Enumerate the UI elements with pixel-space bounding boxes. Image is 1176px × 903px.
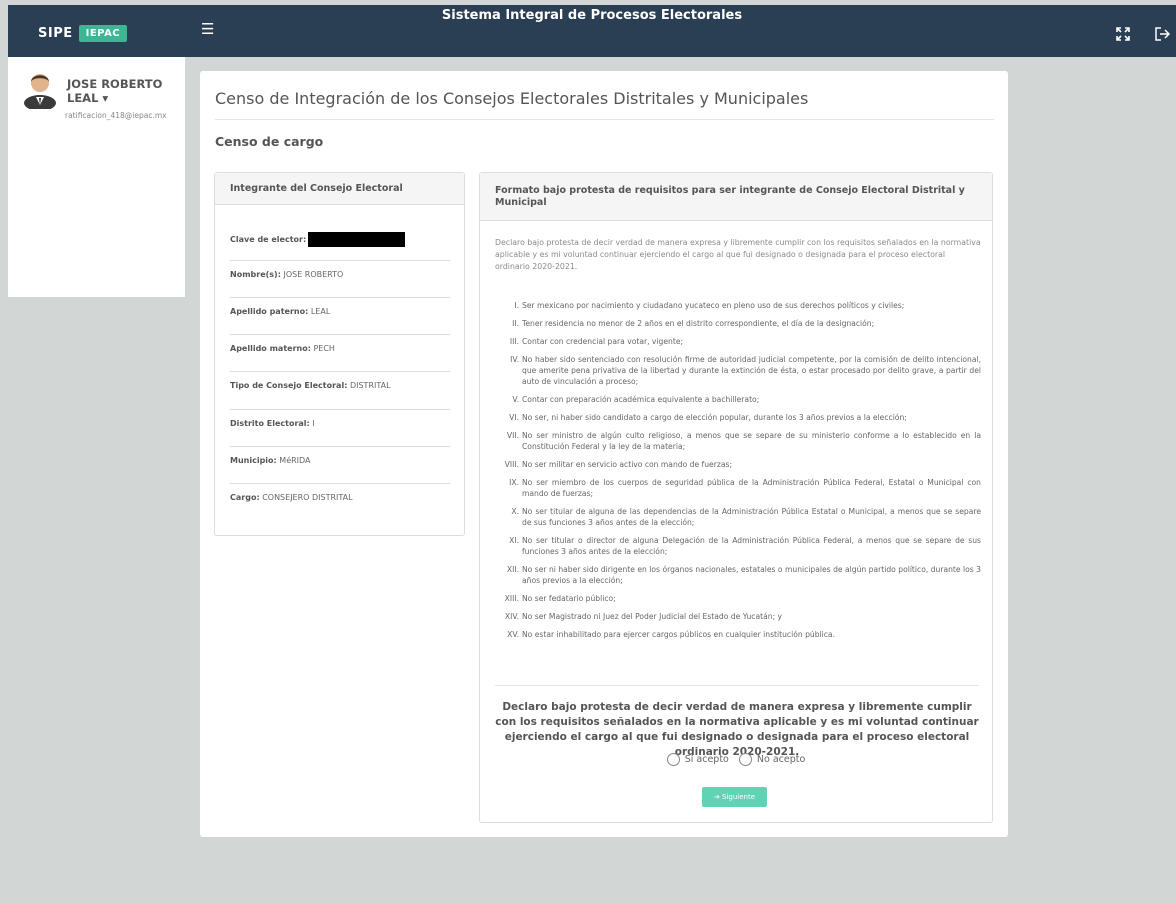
reject-radio[interactable]	[738, 753, 752, 766]
format-card: Formato bajo protesta de requisitos para…	[479, 172, 993, 823]
list-item: III. Contar con credencial para votar, vi…	[509, 337, 684, 346]
avatar	[24, 74, 56, 109]
brand-name: SIPE	[38, 26, 73, 41]
user-menu-toggle[interactable]: JOSE ROBERTO LEAL ▾	[67, 77, 162, 105]
main-panel: Censo de Integración de los Consejos Ele…	[200, 71, 1008, 837]
field-nombre: Nombre(s): JOSE ROBERTO	[230, 260, 450, 297]
field-distrito: Distrito Electoral: I	[230, 409, 450, 446]
list-item: VI. No ser, ni haber sido candidato a car…	[509, 413, 907, 422]
field-value: LEAL	[310, 307, 331, 316]
field-value: I	[312, 419, 315, 428]
redacted-value	[308, 232, 406, 247]
list-item: XIII. No ser fedatario público;	[504, 594, 616, 603]
field-value: PECH	[313, 344, 335, 353]
field-label: Nombre(s):	[230, 270, 281, 279]
user-name-first: JOSE ROBERTO	[67, 77, 163, 91]
list-item: I. Ser mexicano por nacimiento y ciudadan…	[514, 301, 905, 310]
declaration-statement: Declaro bajo protesta de decir verdad de…	[495, 701, 979, 758]
list-item: XII. No ser ni haber sido dirigente en lo…	[506, 565, 981, 585]
acceptance-radio-group: Sí acepto No acepto	[480, 753, 992, 766]
field-label: Clave de elector:	[230, 235, 307, 244]
field-label: Apellido paterno:	[230, 307, 309, 316]
field-cargo: Cargo: CONSEJERO DISTRITAL	[230, 483, 450, 520]
list-item: IX. No ser miembro de los cuerpos de segu…	[509, 478, 981, 498]
field-label: Cargo:	[230, 493, 260, 502]
field-value: JOSE ROBERTO	[283, 270, 344, 279]
brand-badge: IEPAC	[78, 25, 128, 42]
list-item: VIII. No ser militar en servicio activo c…	[504, 460, 732, 469]
next-button[interactable]: ➔ Siguiente	[702, 787, 767, 807]
requirements-list: I. Ser mexicano por nacimiento y ciudadan…	[494, 300, 981, 647]
field-value: DISTRITAL	[349, 381, 391, 390]
field-label: Distrito Electoral:	[230, 419, 310, 428]
format-card-heading: Formato bajo protesta de requisitos para…	[480, 173, 992, 221]
section-subtitle: Censo de cargo	[215, 134, 324, 149]
field-label: Apellido materno:	[230, 344, 311, 353]
fullscreen-icon[interactable]	[1116, 27, 1130, 45]
member-card: Integrante del Consejo Electoral Clave d…	[214, 172, 465, 536]
top-navbar: SIPE IEPAC ☰ Sistema Integral de Proceso…	[8, 5, 1176, 57]
member-card-heading: Integrante del Consejo Electoral	[215, 173, 464, 205]
user-name-last: LEAL ▾	[67, 91, 109, 105]
field-value: MéRIDA	[279, 456, 311, 465]
reject-label[interactable]: No acepto	[757, 754, 805, 765]
sidebar-profile: JOSE ROBERTO LEAL ▾ ratificacion_418@iep…	[8, 57, 185, 297]
field-apellido-paterno: Apellido paterno: LEAL	[230, 297, 450, 334]
accept-label[interactable]: Sí acepto	[685, 754, 729, 765]
list-item: XV. No estar inhabilitado para ejercer ca…	[507, 630, 835, 639]
user-email: ratificacion_418@iepac.mx	[65, 111, 167, 120]
logout-icon[interactable]	[1155, 27, 1171, 45]
field-label: Municipio:	[230, 456, 277, 465]
list-item: V. Contar con preparación académica equiv…	[512, 395, 760, 404]
field-municipio: Municipio: MéRIDA	[230, 446, 450, 483]
list-item: VII. No ser ministro de algún culto relig…	[506, 431, 981, 451]
list-item: XI. No ser titular o director de alguna D…	[509, 536, 981, 556]
brand-logo[interactable]: SIPE IEPAC	[38, 25, 128, 42]
field-value: CONSEJERO DISTRITAL	[262, 493, 353, 502]
field-label: Tipo de Consejo Electoral:	[230, 381, 348, 390]
page-title: Censo de Integración de los Consejos Ele…	[215, 89, 809, 108]
app-title: Sistema Integral de Procesos Electorales	[441, 8, 743, 23]
field-tipo-consejo: Tipo de Consejo Electoral: DISTRITAL	[230, 371, 450, 408]
divider	[495, 685, 979, 686]
divider	[215, 119, 994, 120]
declaration-text: Declaro bajo protesta de decir verdad de…	[495, 238, 981, 271]
list-item: II. Tener residencia no menor de 2 años e…	[512, 319, 875, 328]
accept-radio[interactable]	[666, 753, 680, 766]
list-item: X. No ser titular de alguna de las depend…	[511, 507, 981, 527]
field-apellido-materno: Apellido materno: PECH	[230, 334, 450, 371]
list-item: XIV. No ser Magistrado ni Juez del Poder …	[504, 612, 783, 621]
list-item: IV. No haber sido sentenciado con resoluc…	[510, 355, 981, 386]
